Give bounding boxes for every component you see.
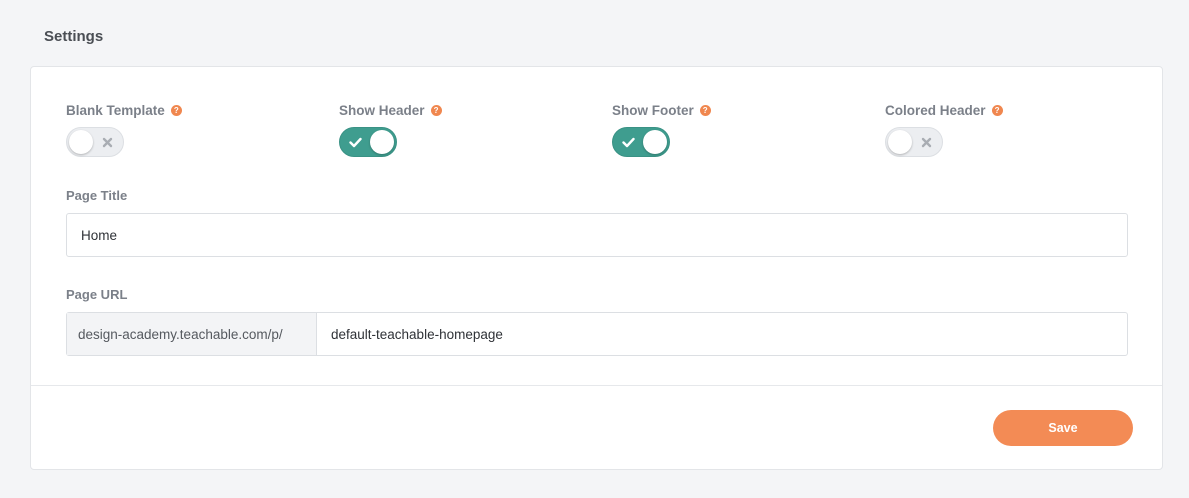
toggle-colored-header: Colored Header ? bbox=[885, 103, 1003, 157]
settings-card: Blank Template ? Show Header ? Show Foot… bbox=[30, 66, 1163, 470]
page-url-prefix: design-academy.teachable.com/p/ bbox=[67, 313, 317, 355]
show-footer-switch[interactable] bbox=[612, 127, 670, 157]
page-url-group: design-academy.teachable.com/p/ bbox=[66, 312, 1128, 356]
show-header-switch[interactable] bbox=[339, 127, 397, 157]
toggle-label: Show Footer bbox=[612, 103, 694, 118]
switch-knob bbox=[643, 130, 667, 154]
switch-knob bbox=[888, 130, 912, 154]
toggle-label: Blank Template bbox=[66, 103, 165, 118]
toggle-label: Colored Header bbox=[885, 103, 986, 118]
question-circle-icon[interactable]: ? bbox=[430, 105, 442, 116]
x-icon bbox=[99, 134, 115, 150]
check-icon bbox=[620, 134, 636, 150]
toggle-show-header: Show Header ? bbox=[339, 103, 442, 157]
section-title: Settings bbox=[44, 28, 104, 45]
colored-header-switch[interactable] bbox=[885, 127, 943, 157]
x-icon bbox=[918, 134, 934, 150]
page-url-input[interactable] bbox=[317, 313, 1127, 355]
question-circle-icon[interactable]: ? bbox=[170, 105, 182, 116]
switch-knob bbox=[69, 130, 93, 154]
page-title-input[interactable] bbox=[66, 213, 1128, 257]
toggle-show-footer: Show Footer ? bbox=[612, 103, 711, 157]
divider bbox=[31, 385, 1162, 386]
blank-template-switch[interactable] bbox=[66, 127, 124, 157]
save-button[interactable]: Save bbox=[993, 410, 1133, 446]
page-title-label: Page Title bbox=[66, 188, 128, 203]
question-circle-icon[interactable]: ? bbox=[699, 105, 711, 116]
check-icon bbox=[347, 134, 363, 150]
toggle-label: Show Header bbox=[339, 103, 425, 118]
question-circle-icon[interactable]: ? bbox=[991, 105, 1003, 116]
switch-knob bbox=[370, 130, 394, 154]
page-url-label: Page URL bbox=[66, 287, 128, 302]
toggle-row: Blank Template ? Show Header ? Show Foot… bbox=[66, 103, 1136, 163]
toggle-blank-template: Blank Template ? bbox=[66, 103, 182, 157]
